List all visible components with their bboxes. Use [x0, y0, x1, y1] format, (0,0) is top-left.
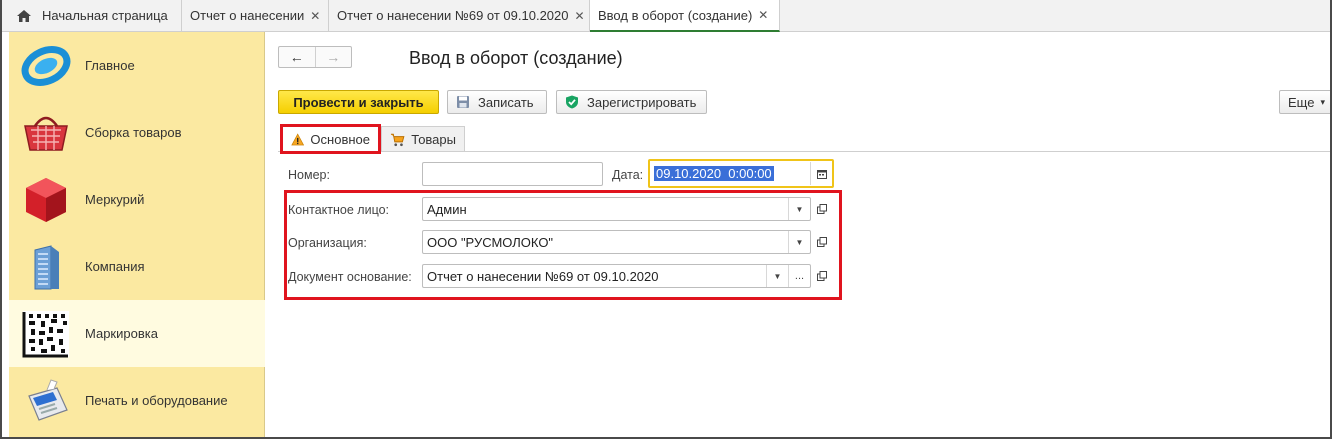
sidebar-item-label: Печать и оборудование: [85, 393, 228, 408]
tab-goods-label: Товары: [411, 132, 456, 147]
cube-icon: [26, 177, 66, 222]
sidebar: Главное Сборка товаров Меркурий Компания…: [9, 32, 265, 437]
more-button-label: Еще: [1288, 94, 1315, 110]
home-icon: [17, 9, 31, 22]
open-icon[interactable]: [812, 265, 832, 287]
navigation-buttons: ← →: [278, 46, 352, 68]
more-button[interactable]: Еще ▾: [1279, 90, 1330, 114]
page-title: Ввод в оборот (создание): [409, 48, 623, 68]
tab-label: Начальная страница: [42, 8, 168, 23]
payment-terminal-icon: [28, 378, 68, 421]
contact-label: Контактное лицо:: [288, 203, 390, 217]
contact-value: Админ: [427, 201, 467, 217]
tab-application-report[interactable]: Отчет о нанесении ✕: [182, 0, 329, 31]
ellipsis-icon[interactable]: ...: [788, 265, 810, 287]
basis-document-value: Отчет о нанесении №69 от 09.10.2020: [427, 268, 659, 284]
back-arrow-icon[interactable]: ←: [279, 47, 316, 67]
tab-divider: [278, 151, 1330, 152]
date-label: Дата:: [612, 168, 644, 182]
tab-bar: Начальная страница Отчет о нанесении ✕ О…: [2, 0, 1330, 32]
datamatrix-icon: [22, 310, 69, 357]
number-field[interactable]: [422, 162, 603, 186]
register-button-label: Зарегистрировать: [587, 94, 697, 110]
open-icon[interactable]: [812, 198, 832, 220]
main-section-icon: [21, 45, 71, 86]
tab-label: Отчет о нанесении №69 от 09.10.2020: [337, 8, 569, 23]
tab-application-report-69[interactable]: Отчет о нанесении №69 от 09.10.2020 ✕: [329, 0, 590, 31]
register-button[interactable]: Зарегистрировать: [556, 90, 707, 114]
organization-select[interactable]: ООО "РУСМОЛОКО" ▼: [422, 230, 811, 254]
tab-label: Отчет о нанесении: [190, 8, 305, 23]
contact-select[interactable]: Админ ▼: [422, 197, 811, 221]
sidebar-item-label: Компания: [85, 259, 145, 274]
basis-document-select[interactable]: Отчет о нанесении №69 от 09.10.2020 ▼ ..…: [422, 264, 811, 288]
chevron-down-icon[interactable]: ▼: [766, 265, 788, 287]
tab-home[interactable]: Начальная страница: [2, 0, 182, 31]
main-content: ← → Ввод в оборот (создание) Провести и …: [266, 32, 1330, 437]
post-and-close-button[interactable]: Провести и закрыть: [278, 90, 439, 114]
save-button[interactable]: Записать: [447, 90, 547, 114]
sidebar-item-main[interactable]: Главное: [9, 32, 265, 99]
sidebar-item-marking[interactable]: Маркировка: [9, 300, 265, 367]
date-field[interactable]: 09.10.2020 0:00:00: [648, 159, 834, 188]
window-frame: Начальная страница Отчет о нанесении ✕ О…: [0, 0, 1332, 439]
cart-icon: [390, 133, 405, 146]
save-button-label: Записать: [478, 94, 534, 110]
chevron-down-icon[interactable]: ▼: [788, 231, 810, 253]
basis-document-label: Документ основание:: [288, 270, 412, 284]
forward-arrow-icon[interactable]: →: [316, 47, 352, 67]
sidebar-item-mercury[interactable]: Меркурий: [9, 166, 265, 233]
tab-goods[interactable]: Товары: [381, 126, 465, 152]
chevron-down-icon: ▾: [1320, 96, 1325, 107]
close-icon[interactable]: ✕: [758, 8, 768, 22]
basket-icon: [24, 116, 68, 151]
sidebar-item-company[interactable]: Компания: [9, 233, 265, 300]
sidebar-item-label: Сборка товаров: [85, 125, 182, 140]
date-value: 09.10.2020 0:00:00: [654, 166, 774, 181]
number-label: Номер:: [288, 168, 330, 182]
calendar-icon[interactable]: [810, 162, 832, 185]
sidebar-item-label: Маркировка: [85, 326, 158, 341]
close-icon[interactable]: ✕: [310, 9, 320, 23]
chevron-down-icon[interactable]: ▼: [788, 198, 810, 220]
close-icon[interactable]: ✕: [575, 9, 585, 23]
organization-value: ООО "РУСМОЛОКО": [427, 234, 554, 250]
sidebar-item-label: Меркурий: [85, 192, 145, 207]
organization-label: Организация:: [288, 236, 367, 250]
shield-check-icon: [566, 95, 578, 109]
sidebar-item-label: Главное: [85, 58, 135, 73]
highlight-tab-main: [280, 124, 381, 154]
floppy-disk-icon: [457, 96, 469, 108]
sidebar-item-printing[interactable]: Печать и оборудование: [9, 367, 265, 434]
building-icon: [34, 244, 59, 289]
sidebar-item-assembly[interactable]: Сборка товаров: [9, 99, 265, 166]
tab-label: Ввод в оборот (создание): [598, 7, 753, 23]
open-icon[interactable]: [812, 231, 832, 253]
tab-introduction-create[interactable]: Ввод в оборот (создание) ✕: [590, 0, 780, 32]
